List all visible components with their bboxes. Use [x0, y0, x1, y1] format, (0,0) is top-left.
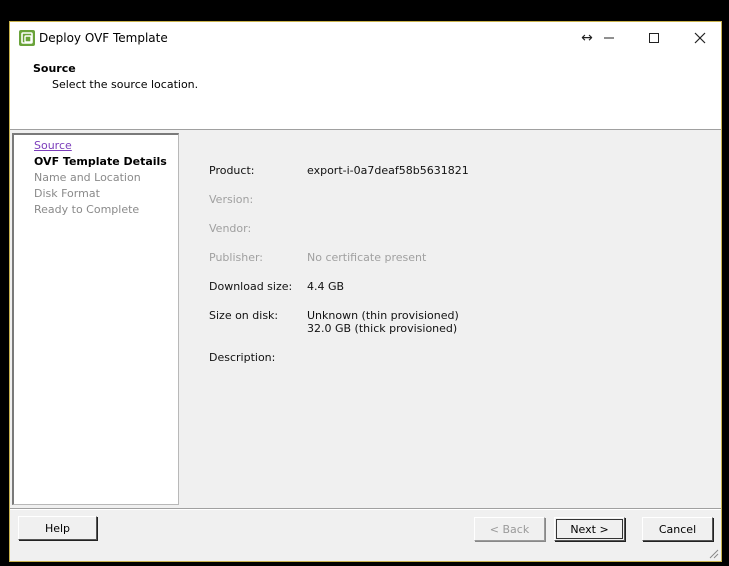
close-icon — [694, 32, 706, 44]
product-label: Product: — [209, 164, 255, 177]
publisher-label: Publisher: — [209, 251, 264, 264]
cancel-button[interactable]: Cancel — [642, 517, 713, 541]
details-panel: Product: export-i-0a7deaf58b5631821 Vers… — [181, 132, 721, 506]
description-label: Description: — [209, 351, 276, 364]
nav-step-name-and-location: Name and Location — [34, 171, 141, 184]
version-label: Version: — [209, 193, 254, 206]
resize-grip-icon[interactable] — [707, 547, 719, 559]
title-bar[interactable]: Deploy OVF Template ↔ — [10, 22, 721, 53]
step-title: Source — [33, 62, 76, 75]
window-title: Deploy OVF Template — [39, 31, 168, 45]
download-size-label: Download size: — [209, 280, 293, 293]
wizard-steps-nav: Source OVF Template Details Name and Loc… — [12, 133, 179, 505]
minimize-button[interactable] — [589, 26, 629, 50]
wizard-header: Source Select the source location. — [10, 53, 721, 130]
next-button[interactable]: Next > — [554, 517, 625, 541]
publisher-value: No certificate present — [307, 251, 427, 264]
step-subtitle: Select the source location. — [52, 78, 199, 91]
vsphere-app-icon — [19, 30, 35, 46]
dialog-window: Deploy OVF Template ↔ Source Select the … — [9, 21, 722, 562]
nav-step-ready-to-complete: Ready to Complete — [34, 203, 140, 216]
vendor-label: Vendor: — [209, 222, 252, 235]
size-on-disk-thick-value: 32.0 GB (thick provisioned) — [307, 322, 458, 335]
nav-step-disk-format: Disk Format — [34, 187, 100, 200]
footer-divider — [10, 508, 721, 510]
back-button[interactable]: < Back — [474, 517, 545, 541]
minimize-icon — [604, 37, 614, 39]
product-value: export-i-0a7deaf58b5631821 — [307, 164, 469, 177]
size-on-disk-thin-value: Unknown (thin provisioned) — [307, 309, 459, 322]
maximize-button[interactable] — [634, 26, 674, 50]
nav-step-source[interactable]: Source — [34, 139, 72, 152]
size-on-disk-label: Size on disk: — [209, 309, 279, 322]
download-size-value: 4.4 GB — [307, 280, 345, 293]
maximize-icon — [649, 33, 659, 43]
close-button[interactable] — [680, 26, 720, 50]
nav-step-ovf-template-details: OVF Template Details — [34, 155, 167, 168]
help-button[interactable]: Help — [18, 516, 97, 540]
